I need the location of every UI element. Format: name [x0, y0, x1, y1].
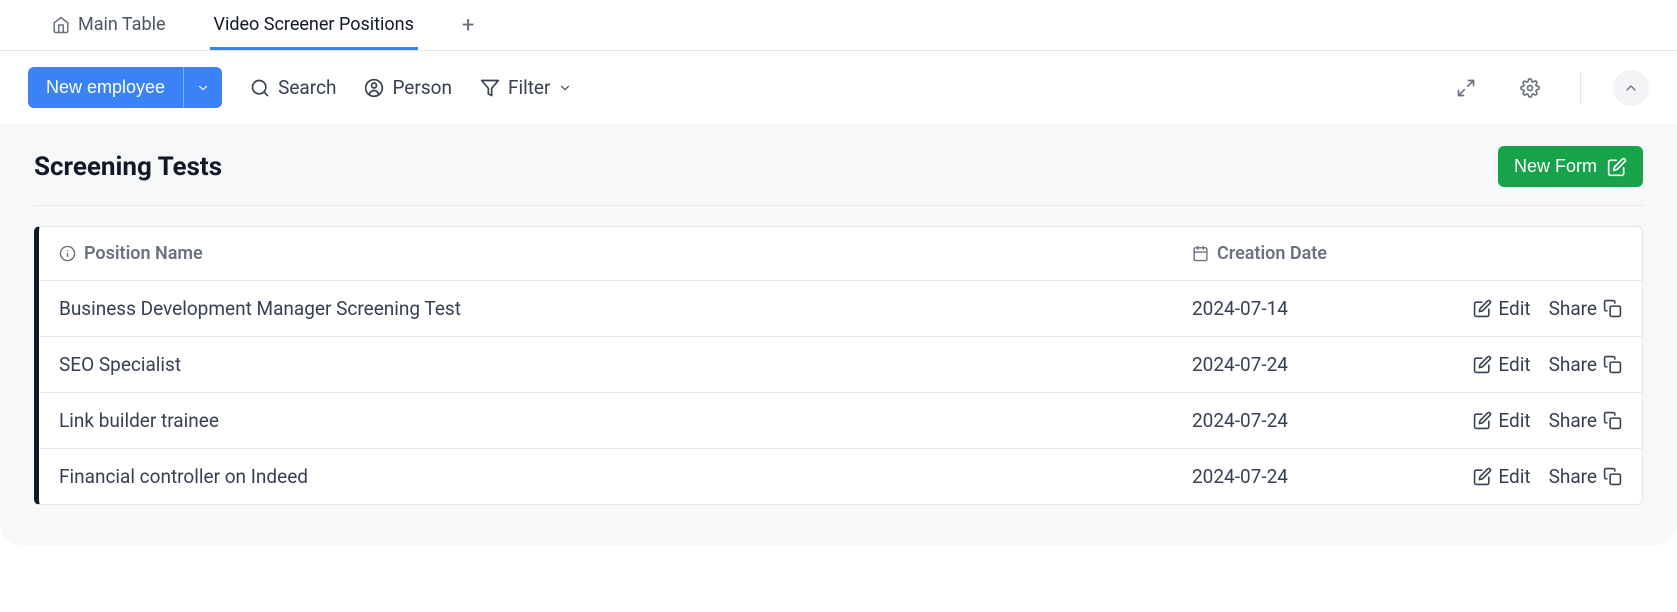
new-employee-caret[interactable] [183, 67, 222, 108]
divider [1580, 72, 1581, 104]
home-icon [52, 16, 70, 34]
share-button[interactable]: Share [1549, 465, 1622, 488]
share-label: Share [1549, 297, 1597, 320]
calendar-icon [1192, 245, 1209, 262]
cell-actions: Edit Share [1392, 465, 1622, 488]
share-button[interactable]: Share [1549, 297, 1622, 320]
filter-button[interactable]: Filter [480, 76, 572, 99]
collapse-button[interactable] [1613, 70, 1649, 106]
person-icon [364, 78, 384, 98]
cell-actions: Edit Share [1392, 297, 1622, 320]
share-label: Share [1549, 465, 1597, 488]
new-form-button[interactable]: New Form [1498, 146, 1643, 187]
cell-creation-date: 2024-07-24 [1192, 409, 1392, 432]
chevron-down-icon [196, 81, 210, 95]
table-header-row: Position Name Creation Date [39, 227, 1642, 281]
cell-actions: Edit Share [1392, 409, 1622, 432]
settings-button[interactable] [1512, 70, 1548, 106]
cell-position-name: SEO Specialist [59, 353, 1192, 376]
expand-button[interactable] [1448, 70, 1484, 106]
share-button[interactable]: Share [1549, 353, 1622, 376]
person-button[interactable]: Person [364, 76, 452, 99]
copy-icon [1603, 411, 1622, 430]
share-label: Share [1549, 353, 1597, 376]
copy-icon [1603, 467, 1622, 486]
gear-icon [1520, 78, 1540, 98]
search-icon [250, 78, 270, 98]
table-row[interactable]: Financial controller on Indeed2024-07-24… [39, 449, 1642, 504]
edit-icon [1473, 467, 1492, 486]
edit-button[interactable]: Edit [1473, 297, 1530, 320]
edit-label: Edit [1498, 465, 1530, 488]
column-header-date[interactable]: Creation Date [1192, 243, 1392, 264]
add-tab-button[interactable]: + [458, 3, 478, 48]
table-row[interactable]: SEO Specialist2024-07-24 Edit Share [39, 337, 1642, 393]
copy-icon [1603, 355, 1622, 374]
cell-creation-date: 2024-07-24 [1192, 353, 1392, 376]
tab-label: Main Table [78, 14, 166, 35]
search-button[interactable]: Search [250, 76, 336, 99]
copy-icon [1603, 299, 1622, 318]
button-label: New employee [46, 77, 165, 97]
filter-icon [480, 78, 500, 98]
new-employee-button[interactable]: New employee [28, 67, 183, 108]
share-label: Share [1549, 409, 1597, 432]
cell-creation-date: 2024-07-24 [1192, 465, 1392, 488]
app-card: Main Table Video Screener Positions + Ne… [0, 0, 1677, 545]
toolbar: New employee Search Person Filter [0, 51, 1677, 124]
table-row[interactable]: Business Development Manager Screening T… [39, 281, 1642, 337]
edit-label: Edit [1498, 353, 1530, 376]
tabs-bar: Main Table Video Screener Positions + [0, 0, 1677, 51]
edit-button[interactable]: Edit [1473, 353, 1530, 376]
expand-icon [1456, 78, 1476, 98]
tab-main-table[interactable]: Main Table [48, 0, 170, 50]
cell-creation-date: 2024-07-14 [1192, 297, 1392, 320]
cell-actions: Edit Share [1392, 353, 1622, 376]
chevron-down-icon [558, 81, 572, 95]
section-header: Screening Tests New Form [34, 146, 1643, 206]
column-label: Position Name [84, 243, 203, 264]
edit-form-icon [1607, 157, 1627, 177]
cell-position-name: Business Development Manager Screening T… [59, 297, 1192, 320]
column-label: Creation Date [1217, 243, 1327, 264]
section: Screening Tests New Form Position Name [0, 124, 1677, 545]
tab-video-screener-positions[interactable]: Video Screener Positions [210, 0, 418, 50]
cell-position-name: Link builder trainee [59, 409, 1192, 432]
column-header-position[interactable]: Position Name [59, 243, 1192, 264]
table-row[interactable]: Link builder trainee2024-07-24 Edit Share [39, 393, 1642, 449]
search-label: Search [278, 76, 336, 99]
cell-position-name: Financial controller on Indeed [59, 465, 1192, 488]
tab-label: Video Screener Positions [214, 14, 414, 35]
edit-button[interactable]: Edit [1473, 465, 1530, 488]
edit-label: Edit [1498, 409, 1530, 432]
edit-icon [1473, 355, 1492, 374]
edit-icon [1473, 299, 1492, 318]
chevron-up-icon [1623, 80, 1639, 96]
section-title: Screening Tests [34, 152, 222, 182]
edit-label: Edit [1498, 297, 1530, 320]
person-label: Person [392, 76, 452, 99]
button-label: New Form [1514, 156, 1597, 177]
share-button[interactable]: Share [1549, 409, 1622, 432]
info-icon [59, 245, 76, 262]
edit-button[interactable]: Edit [1473, 409, 1530, 432]
filter-label: Filter [508, 76, 550, 99]
edit-icon [1473, 411, 1492, 430]
new-employee-split-button: New employee [28, 67, 222, 108]
screening-tests-table: Position Name Creation Date Business Dev… [34, 226, 1643, 505]
